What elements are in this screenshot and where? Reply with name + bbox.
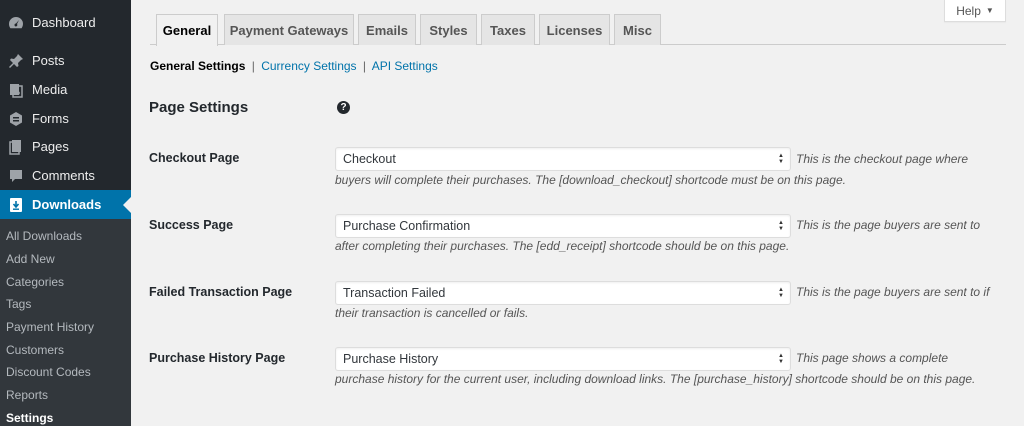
admin-sidebar: Dashboard Posts Media Forms Pages Commen… xyxy=(0,0,131,426)
menu-label: Pages xyxy=(32,139,69,154)
submenu-item-reports[interactable]: Reports xyxy=(6,388,48,402)
tab-taxes[interactable]: Taxes xyxy=(481,14,535,45)
subsection-link-currency[interactable]: Currency Settings xyxy=(261,59,356,73)
submenu-item-customers[interactable]: Customers xyxy=(6,343,64,357)
tab-payment-gateways[interactable]: Payment Gateways xyxy=(224,14,354,45)
media-icon xyxy=(6,80,26,100)
menu-item-pages[interactable]: Pages xyxy=(0,132,131,161)
menu-label: Dashboard xyxy=(32,15,96,30)
menu-label: Media xyxy=(32,82,68,97)
forms-icon xyxy=(6,109,26,129)
submenu-item-settings[interactable]: Settings xyxy=(6,411,53,425)
tab-misc[interactable]: Misc xyxy=(614,14,661,45)
menu-item-media[interactable]: Media xyxy=(0,75,131,104)
caret-down-icon: ▼ xyxy=(985,6,994,15)
menu-item-posts[interactable]: Posts xyxy=(0,46,131,75)
checkout-page-description: This is the checkout page where buyers w… xyxy=(335,152,969,187)
downloads-submenu: All Downloads Add New Categories Tags Pa… xyxy=(0,219,131,426)
menu-item-downloads[interactable]: Downloads xyxy=(0,190,131,219)
purchase-history-page-label: Purchase History Page xyxy=(149,351,286,365)
submenu-item-payment-history[interactable]: Payment History xyxy=(6,320,94,334)
dashboard-icon xyxy=(6,13,26,33)
failed-transaction-page-label: Failed Transaction Page xyxy=(149,285,293,299)
subsection-nav: General Settings | Currency Settings | A… xyxy=(150,59,438,73)
checkout-page-label: Checkout Page xyxy=(149,151,240,165)
success-page-description: This is the page buyers are sent to afte… xyxy=(335,218,981,253)
submenu-item-all-downloads[interactable]: All Downloads xyxy=(6,229,82,243)
submenu-item-tags[interactable]: Tags xyxy=(6,297,31,311)
tab-emails[interactable]: Emails xyxy=(358,14,416,45)
failed-transaction-page-description: This is the page buyers are sent to if t… xyxy=(335,285,990,320)
submenu-item-categories[interactable]: Categories xyxy=(6,275,64,289)
submenu-item-discount-codes[interactable]: Discount Codes xyxy=(6,365,91,379)
comments-icon xyxy=(6,166,26,186)
subsection-link-api[interactable]: API Settings xyxy=(372,59,438,73)
question-icon[interactable]: ? xyxy=(337,101,350,114)
subsection-current: General Settings xyxy=(150,59,246,73)
menu-item-dashboard[interactable]: Dashboard xyxy=(0,8,131,37)
purchase-history-page-description: This page shows a complete purchase hist… xyxy=(335,351,976,386)
help-label: Help xyxy=(956,3,981,18)
menu-item-comments[interactable]: Comments xyxy=(0,161,131,190)
success-page-label: Success Page xyxy=(149,218,234,232)
menu-label: Forms xyxy=(32,111,69,126)
tab-licenses[interactable]: Licenses xyxy=(539,14,610,45)
subsection-separator: | xyxy=(362,59,367,73)
section-heading: Page Settings xyxy=(149,99,249,116)
tab-styles[interactable]: Styles xyxy=(420,14,477,45)
tab-general[interactable]: General xyxy=(156,14,218,46)
menu-label: Downloads xyxy=(32,197,102,212)
pin-icon xyxy=(6,51,26,71)
menu-label: Posts xyxy=(32,53,65,68)
help-button[interactable]: Help ▼ xyxy=(944,0,1006,22)
menu-item-forms[interactable]: Forms xyxy=(0,104,131,133)
subsection-separator: | xyxy=(251,59,255,73)
menu-label: Comments xyxy=(32,168,95,183)
submenu-item-add-new[interactable]: Add New xyxy=(6,252,55,266)
download-icon xyxy=(6,195,26,215)
pages-icon xyxy=(6,137,26,157)
